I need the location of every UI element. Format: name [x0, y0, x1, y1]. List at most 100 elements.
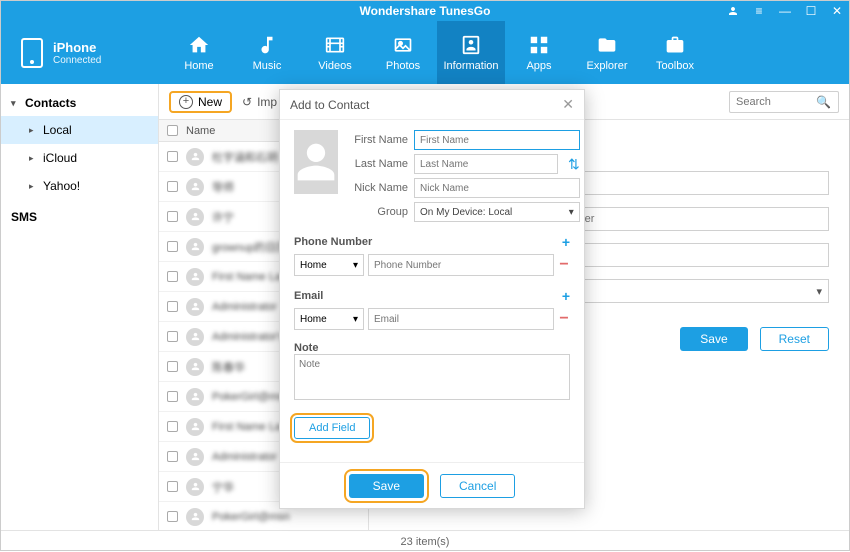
sidebar-item-yahoo[interactable]: ▸Yahoo!: [1, 172, 158, 200]
nav-videos[interactable]: Videos: [301, 21, 369, 84]
nav-information[interactable]: Information: [437, 21, 505, 84]
row-name: 导师: [212, 179, 234, 195]
row-name: First Name Last: [212, 271, 290, 283]
email-type-select[interactable]: Home▾: [294, 308, 364, 330]
email-input[interactable]: [368, 308, 554, 330]
avatar-icon: [186, 448, 204, 466]
videos-icon: [322, 34, 348, 56]
chevron-down-icon: ▾: [11, 98, 19, 109]
label-firstname: First Name: [350, 134, 408, 146]
qc-reset-button[interactable]: Reset: [760, 327, 829, 351]
section-note: Note: [294, 342, 318, 354]
minimize-icon[interactable]: —: [779, 5, 791, 17]
modal-save-button[interactable]: Save: [349, 474, 424, 498]
group-select[interactable]: On My Device: Local▾: [414, 202, 580, 222]
search-box[interactable]: 🔍: [729, 91, 839, 113]
phone-icon: [21, 38, 43, 68]
nav-toolbox[interactable]: Toolbox: [641, 21, 709, 84]
qc-save-button[interactable]: Save: [680, 327, 747, 351]
modal-cancel-button[interactable]: Cancel: [440, 474, 515, 498]
remove-phone-button[interactable]: −: [558, 256, 570, 274]
avatar-placeholder[interactable]: [294, 130, 338, 194]
new-button[interactable]: + New: [169, 91, 232, 113]
import-button[interactable]: ↺ Imp: [242, 95, 277, 109]
avatar-icon: [186, 388, 204, 406]
sidebar-item-icloud[interactable]: ▸iCloud: [1, 144, 158, 172]
row-checkbox[interactable]: [167, 421, 178, 432]
avatar-icon: [186, 148, 204, 166]
sidebar-contacts-heading[interactable]: ▾Contacts: [1, 90, 158, 116]
app-title: Wondershare TunesGo: [360, 4, 491, 18]
chevron-right-icon: ▸: [29, 153, 37, 164]
nav-explorer[interactable]: Explorer: [573, 21, 641, 84]
add-field-button[interactable]: Add Field: [294, 417, 370, 439]
row-checkbox[interactable]: [167, 451, 178, 462]
modal-close-button[interactable]: ✕: [562, 96, 574, 113]
menu-icon[interactable]: ≡: [753, 5, 765, 17]
photos-icon: [390, 34, 416, 56]
row-checkbox[interactable]: [167, 211, 178, 222]
remove-email-button[interactable]: −: [558, 310, 570, 328]
device-status: Connected: [53, 55, 101, 66]
select-all-checkbox[interactable]: [167, 125, 178, 136]
firstname-input[interactable]: [414, 130, 580, 150]
chevron-down-icon: ▾: [353, 260, 358, 271]
nickname-input[interactable]: [414, 178, 580, 198]
row-checkbox[interactable]: [167, 331, 178, 342]
home-icon: [186, 34, 212, 56]
swap-icon[interactable]: ⇅: [568, 156, 580, 173]
row-name: Administrator's: [212, 331, 284, 343]
apps-icon: [526, 34, 552, 56]
lastname-input[interactable]: [414, 154, 558, 174]
phone-input[interactable]: [368, 254, 554, 276]
nav-apps[interactable]: Apps: [505, 21, 573, 84]
row-checkbox[interactable]: [167, 511, 178, 522]
avatar-icon: [186, 418, 204, 436]
nav-photos[interactable]: Photos: [369, 21, 437, 84]
search-input[interactable]: [736, 96, 816, 108]
row-checkbox[interactable]: [167, 181, 178, 192]
sidebar-item-local[interactable]: ▸Local: [1, 116, 158, 144]
avatar-icon: [186, 208, 204, 226]
sidebar-sms-heading[interactable]: SMS: [1, 204, 158, 230]
nav-music[interactable]: Music: [233, 21, 301, 84]
user-icon[interactable]: [727, 5, 739, 17]
avatar-icon: [186, 238, 204, 256]
add-phone-button[interactable]: +: [562, 234, 570, 250]
row-name: 许宁: [212, 209, 234, 225]
row-name: 杜宇涵和石玥: [212, 149, 278, 165]
chevron-right-icon: ▸: [29, 125, 37, 136]
row-name: Administrator: [212, 301, 277, 313]
phone-type-select[interactable]: Home▾: [294, 254, 364, 276]
avatar-icon: [186, 298, 204, 316]
row-checkbox[interactable]: [167, 241, 178, 252]
section-phone: Phone Number: [294, 236, 372, 248]
label-lastname: Last Name: [350, 158, 408, 170]
row-checkbox[interactable]: [167, 361, 178, 372]
chevron-down-icon: ▾: [816, 285, 822, 298]
search-icon: 🔍: [816, 95, 831, 109]
add-email-button[interactable]: +: [562, 288, 570, 304]
modal-header: Add to Contact ✕: [280, 90, 584, 120]
row-checkbox[interactable]: [167, 391, 178, 402]
avatar-icon: [186, 508, 204, 526]
device-name: iPhone: [53, 40, 101, 55]
sidebar: ▾Contacts ▸Local ▸iCloud ▸Yahoo! SMS: [1, 84, 159, 530]
close-icon[interactable]: ✕: [831, 5, 843, 17]
row-checkbox[interactable]: [167, 481, 178, 492]
titlebar: Wondershare TunesGo ≡ — ☐ ✕: [1, 1, 849, 21]
label-group: Group: [350, 206, 408, 218]
row-checkbox[interactable]: [167, 301, 178, 312]
note-textarea[interactable]: [294, 354, 570, 400]
maximize-icon[interactable]: ☐: [805, 5, 817, 17]
label-nickname: Nick Name: [350, 182, 408, 194]
row-name: 陈春华: [212, 359, 245, 375]
add-contact-modal: Add to Contact ✕ First Name Last Name ⇅ N…: [279, 89, 585, 509]
row-name: grownup的日历: [212, 239, 287, 255]
nav-home[interactable]: Home: [165, 21, 233, 84]
device-box[interactable]: iPhone Connected: [1, 38, 159, 68]
modal-footer: Save Cancel: [280, 462, 584, 508]
section-email: Email: [294, 290, 323, 302]
row-checkbox[interactable]: [167, 271, 178, 282]
row-checkbox[interactable]: [167, 151, 178, 162]
